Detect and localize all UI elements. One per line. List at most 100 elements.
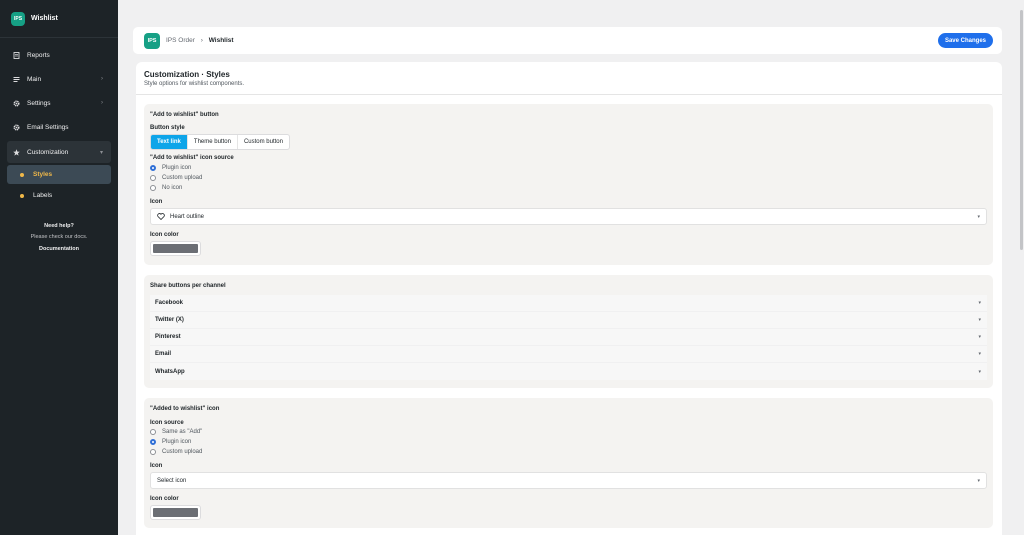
help-subtitle: Please check our docs. [30,234,88,240]
scrollbar-thumb[interactable] [1020,10,1023,250]
radio-plugin-icon[interactable]: Plugin icon [150,165,191,171]
sidebar-item-main[interactable]: Main › [7,67,111,91]
breadcrumb-separator: › [200,37,203,44]
page-title: Customization · Styles [144,70,230,79]
radio-label: Same as "Add" [162,429,203,435]
radio-empty-icon [150,429,156,435]
segment-custom-button[interactable]: Custom button [238,135,289,149]
main-card: Customization · Styles Style options for… [136,62,1002,535]
sidebar-item-label: Email Settings [27,123,69,131]
caret-icon: ▾ [978,351,981,357]
bullet-icon [20,172,24,177]
radio-label: Custom upload [162,449,203,455]
sidebar-item-label: Settings [27,99,51,107]
heart-icon [157,213,165,220]
section-title: "Add to wishlist" button [150,112,219,118]
radio-label: Plugin icon [162,439,192,445]
icon-color-swatch[interactable] [150,505,201,520]
sidebar-item-labels[interactable]: Labels [7,186,111,205]
sidebar-nav: Reports Main › Settings › Email Settings [0,38,118,207]
sidebar-item-settings[interactable]: Settings › [7,91,111,115]
chevron-down-icon: ▾ [99,149,103,156]
sidebar-item-styles[interactable]: Styles [7,165,111,184]
icon-select[interactable]: Heart outline ▾ [150,208,987,225]
color-fill [153,508,198,517]
icon-color-label: Icon color [150,496,179,502]
channel-row-twitter[interactable]: Twitter (X) ▾ [150,312,987,329]
help-box: Need help? Please check our docs. Docume… [0,223,118,252]
list-icon [13,76,20,83]
sidebar-item-customization[interactable]: Customization ▾ [7,141,111,163]
radio-selected-icon [150,165,156,171]
breadcrumb-root[interactable]: IPS Order [166,37,195,44]
brand-name: Wishlist [31,15,58,22]
brand[interactable]: IPS Wishlist [0,0,118,38]
radio-label: No icon [162,185,183,191]
sidebar-item-label: Main [27,75,42,83]
sidebar-item-label: Labels [33,192,53,199]
icon-label: Icon [150,463,163,469]
radio-label: Custom upload [162,175,203,181]
channel-label: Pinterest [155,334,181,340]
gear-icon [13,123,20,131]
add-to-wishlist-section: "Add to wishlist" button Button style Te… [144,104,993,265]
brand-logo: IPS [11,11,25,26]
documentation-link[interactable]: Documentation [0,246,118,252]
breadcrumb-current: Wishlist [208,37,234,44]
star-icon [13,148,20,156]
radio-same-as-add[interactable]: Same as "Add" [150,429,202,435]
sidebar-item-email-settings[interactable]: Email Settings [7,115,111,139]
caret-icon: ▾ [977,477,980,484]
share-buttons-section: Share buttons per channel Facebook ▾ Twit… [144,275,993,388]
document-icon [13,51,20,59]
channel-label: Twitter (X) [155,317,184,323]
radio-plugin-icon[interactable]: Plugin icon [150,439,191,445]
channel-row-whatsapp[interactable]: WhatsApp ▾ [150,363,987,380]
breadcrumb: IPS Order › Wishlist [166,37,234,44]
channel-row-facebook[interactable]: Facebook ▾ [150,295,987,312]
radio-empty-icon [150,185,156,191]
channel-row-pinterest[interactable]: Pinterest ▾ [150,329,987,346]
segment-theme-button[interactable]: Theme button [188,135,238,149]
caret-icon: ▾ [977,213,980,220]
page-subtitle: Style options for wishlist components. [144,81,245,87]
sidebar-item-label: Styles [33,171,53,178]
radio-selected-icon [150,439,156,445]
sidebar-item-label: Reports [27,51,50,59]
radio-custom-upload[interactable]: Custom upload [150,175,202,181]
chevron-right-icon: › [101,76,103,82]
color-fill [153,244,198,253]
card-header: Customization · Styles Style options for… [136,62,1002,95]
channel-row-email[interactable]: Email ▾ [150,346,987,363]
chevron-right-icon: › [101,100,103,106]
radio-label: Plugin icon [162,165,192,171]
radio-custom-upload[interactable]: Custom upload [150,449,202,455]
segment-text-link[interactable]: Text link [151,135,188,149]
save-button[interactable]: Save Changes [937,33,993,48]
icon-color-swatch[interactable] [150,241,201,256]
caret-icon: ▾ [978,334,981,340]
gear-icon [13,99,20,107]
sidebar: IPS Wishlist Reports Main › Settings › E… [0,0,118,535]
button-style-segmented: Text link Theme button Custom button [150,134,290,150]
page-scrollbar[interactable] [1018,0,1024,535]
button-style-label: Button style [150,125,185,131]
section-title: "Added to wishlist" icon [150,406,220,412]
icon-select-value: Heart outline [170,213,205,220]
header-bar: IPS IPS Order › Wishlist Save Changes [133,27,1002,54]
bullet-icon [20,193,24,198]
channel-label: WhatsApp [155,368,185,375]
sidebar-item-reports[interactable]: Reports [7,43,111,67]
channel-label: Email [155,351,172,357]
caret-icon: ▾ [978,368,981,375]
added-to-wishlist-section: "Added to wishlist" icon Icon source Sam… [144,398,993,528]
icon-select[interactable]: Select icon ▾ [150,472,987,489]
radio-no-icon[interactable]: No icon [150,185,182,191]
caret-icon: ▾ [978,300,981,306]
channel-label: Facebook [155,300,184,306]
caret-icon: ▾ [978,317,981,323]
radio-empty-icon [150,175,156,181]
icon-color-label: Icon color [150,232,179,238]
icon-label: Icon [150,199,163,205]
icon-source-label: Icon source [150,420,184,426]
